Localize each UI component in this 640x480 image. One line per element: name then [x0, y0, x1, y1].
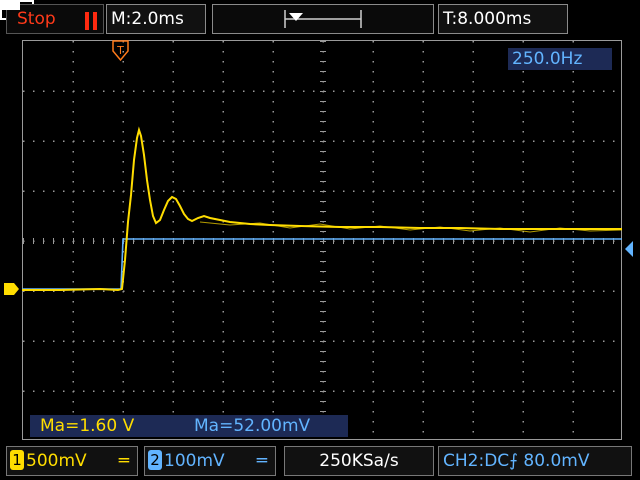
- ch2-scale-label: 100mV: [164, 451, 225, 471]
- ch1-waveform: [22, 126, 622, 292]
- ch2-coupling-icon: ═: [256, 451, 267, 471]
- trigger-marker-icon: T: [112, 40, 129, 62]
- ch2-waveform: [22, 238, 622, 290]
- trigger-coupling-readout[interactable]: CH2:DC⨍ 80.0mV: [438, 446, 632, 476]
- ch1-offset-marker: [4, 283, 19, 295]
- waveform-overlay: T: [4, 40, 633, 295]
- ch1-scale-button[interactable]: 1 500mV ═: [6, 446, 138, 476]
- ch2-level-marker: [625, 241, 633, 257]
- ch2-measurement: Ma=52.00mV: [190, 415, 348, 437]
- svg-text:T: T: [116, 44, 124, 57]
- ch1-scale-label: 500mV: [26, 451, 87, 471]
- frequency-readout: 250.0Hz: [508, 48, 612, 70]
- ch1-number-badge: 1: [10, 450, 24, 470]
- ch2-number-badge: 2: [148, 450, 162, 470]
- ch1-coupling-icon: ═: [118, 451, 129, 471]
- ch2-scale-button[interactable]: 2 100mV ═: [144, 446, 276, 476]
- sample-rate-readout[interactable]: 250KSa/s: [284, 446, 434, 476]
- ch1-measurement: Ma=1.60 V: [30, 415, 190, 437]
